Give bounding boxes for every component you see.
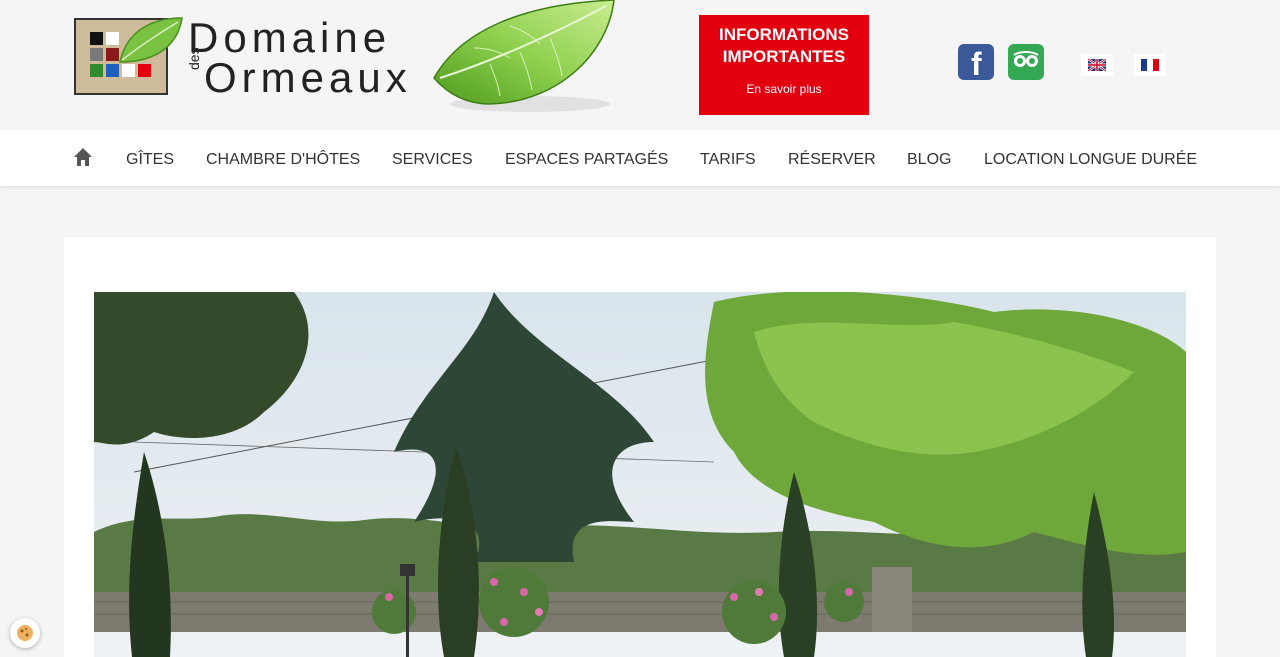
logo-square [90, 64, 103, 77]
nav-item-services[interactable]: SERVICES [392, 130, 473, 186]
leaf-icon [433, 0, 615, 112]
cookie-icon [17, 625, 33, 641]
site-logo[interactable]: Domaine des Ormeaux [74, 0, 634, 118]
nav-item-gites[interactable]: GÎTES [126, 130, 174, 186]
facebook-link[interactable]: f [958, 44, 994, 82]
small-leaf-icon [119, 17, 183, 63]
logo-squares [74, 17, 183, 95]
header: Domaine des Ormeaux INFORMATIONS IMPORTA… [0, 0, 1280, 128]
nav-item-location-longue-duree[interactable]: LOCATION LONGUE DURÉE [984, 130, 1197, 186]
main-navigation: GÎTES CHAMBRE D'HÔTES SERVICES ESPACES P… [0, 130, 1280, 186]
logo-square [90, 32, 103, 45]
content-card [64, 237, 1216, 657]
important-info-button[interactable]: INFORMATIONS IMPORTANTES En savoir plus [699, 15, 869, 115]
logo-subtitle: Ormeaux [204, 54, 412, 101]
language-english[interactable] [1081, 54, 1113, 76]
tripadvisor-icon [1013, 51, 1039, 67]
language-french[interactable] [1134, 54, 1166, 76]
garden-photo [94, 292, 1186, 657]
nav-item-blog[interactable]: BLOG [907, 130, 951, 186]
tripadvisor-link[interactable] [1008, 44, 1044, 80]
garden-illustration [94, 292, 1186, 657]
home-icon [74, 148, 92, 166]
nav-item-reserver[interactable]: RÉSERVER [788, 130, 876, 186]
nav-home[interactable] [73, 147, 93, 167]
en-flag-icon [1087, 58, 1107, 72]
logo-des: des [186, 47, 202, 70]
facebook-icon: f [971, 46, 982, 82]
nav-item-chambre-d-hotes[interactable]: CHAMBRE D'HÔTES [206, 130, 360, 186]
cookie-settings-button[interactable] [10, 618, 40, 648]
info-more-link: En savoir plus [746, 82, 822, 96]
nav-item-espaces-partages[interactable]: ESPACES PARTAGÉS [505, 130, 668, 186]
logo-square [90, 48, 103, 61]
nav-item-tarifs[interactable]: TARIFS [700, 130, 756, 186]
fr-flag-icon [1141, 59, 1159, 71]
info-title: INFORMATIONS IMPORTANTES [718, 25, 849, 66]
